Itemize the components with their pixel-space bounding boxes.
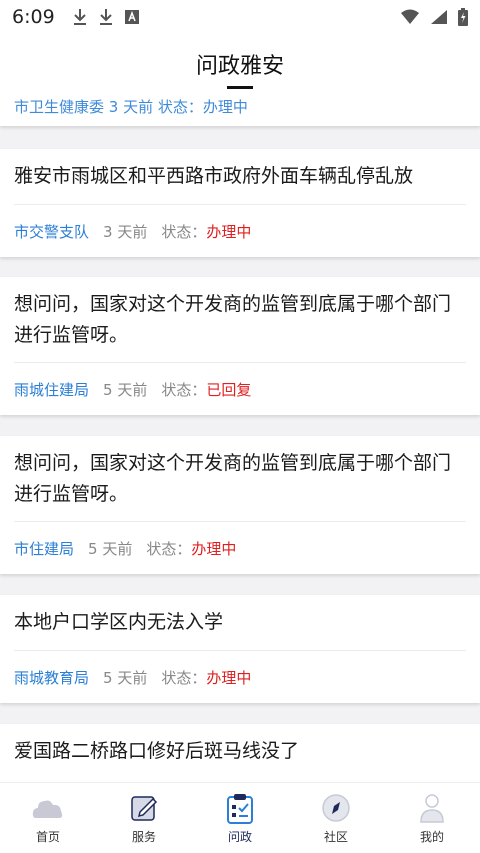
question-feed[interactable]: 市卫生健康委 3 天前 状态：办理中 雅安市雨城区和平西路市政府外面车辆乱停乱放… — [0, 96, 480, 782]
edit-note-icon — [131, 795, 158, 821]
nav-label: 服务 — [131, 829, 156, 844]
partial-meta: 市卫生健康委 3 天前 状态：办理中 — [14, 98, 248, 116]
battery-icon — [458, 8, 468, 26]
download-icon — [74, 9, 86, 25]
bottom-nav: 首页 服务 问政 社区 我的 — [0, 782, 480, 853]
list-item-partial[interactable]: 市卫生健康委 3 天前 状态：办理中 — [0, 96, 480, 126]
clipboard-check-icon — [227, 793, 253, 824]
status-bar: 6:09 — [0, 0, 480, 34]
question-title: 爱国路二桥路口修好后斑马线没了 — [14, 740, 300, 762]
list-item[interactable]: 雅安市雨城区和平西路市政府外面车辆乱停乱放 市交警支队 3 天前 状态： 办理中 — [0, 149, 480, 257]
nav-item-mine[interactable]: 我的 — [384, 783, 480, 853]
list-item[interactable]: 想问问，国家对这个开发商的监管到底属于哪个部门进行监管呀。 雨城住建局 5 天前… — [0, 277, 480, 415]
compass-icon — [322, 793, 350, 822]
nav-label: 首页 — [35, 829, 60, 844]
status-badge: 已回复 — [206, 381, 252, 399]
list-item[interactable]: 本地户口学区内无法入学 雨城教育局 5 天前 状态： 办理中 — [0, 595, 480, 703]
question-title: 想问问，国家对这个开发商的监管到底属于哪个部门进行监管呀。 — [14, 293, 452, 346]
time-label: 5 天前 — [103, 381, 148, 399]
wifi-icon — [401, 9, 419, 24]
nav-item-community[interactable]: 社区 — [288, 783, 384, 853]
app-header: 问政雅安 — [0, 34, 480, 96]
status-badge: 办理中 — [206, 669, 252, 687]
status-label: 状态： — [146, 540, 192, 558]
status-label: 状态： — [161, 223, 207, 241]
page-title: 问政雅安 — [195, 53, 284, 79]
nav-label: 问政 — [227, 829, 252, 844]
time-label: 5 天前 — [88, 540, 133, 558]
divider — [14, 204, 466, 205]
question-title: 想问问，国家对这个开发商的监管到底属于哪个部门进行监管呀。 — [14, 452, 452, 505]
department-link[interactable]: 雨城住建局 — [14, 379, 89, 400]
home-cloud-icon — [32, 800, 63, 818]
question-title: 雅安市雨城区和平西路市政府外面车辆乱停乱放 — [14, 165, 414, 187]
divider — [14, 362, 466, 363]
time-label: 3 天前 — [103, 223, 148, 241]
nav-label: 社区 — [323, 829, 348, 844]
department-link[interactable]: 市住建局 — [14, 538, 74, 559]
signal-icon — [431, 10, 447, 24]
download-icon — [100, 9, 112, 25]
nav-item-home[interactable]: 首页 — [0, 783, 96, 853]
nav-label: 我的 — [419, 829, 444, 844]
list-item[interactable]: 爱国路二桥路口修好后斑马线没了 — [0, 724, 480, 782]
user-icon — [420, 793, 444, 823]
status-label: 状态： — [161, 669, 207, 687]
divider — [14, 650, 466, 651]
department-link[interactable]: 雨城教育局 — [14, 667, 89, 688]
status-badge: 办理中 — [191, 540, 237, 558]
question-title: 本地户口学区内无法入学 — [14, 611, 224, 633]
font-a-icon — [125, 10, 139, 24]
time-label: 5 天前 — [103, 669, 148, 687]
nav-item-wenzheng[interactable]: 问政 — [192, 783, 288, 853]
divider — [14, 521, 466, 522]
status-badge: 办理中 — [206, 223, 252, 241]
department-link[interactable]: 市交警支队 — [14, 221, 89, 242]
status-label: 状态： — [161, 381, 207, 399]
list-item[interactable]: 想问问，国家对这个开发商的监管到底属于哪个部门进行监管呀。 市住建局 5 天前 … — [0, 436, 480, 574]
status-time: 6:09 — [12, 6, 55, 28]
nav-item-services[interactable]: 服务 — [96, 783, 192, 853]
title-underline — [227, 85, 253, 89]
